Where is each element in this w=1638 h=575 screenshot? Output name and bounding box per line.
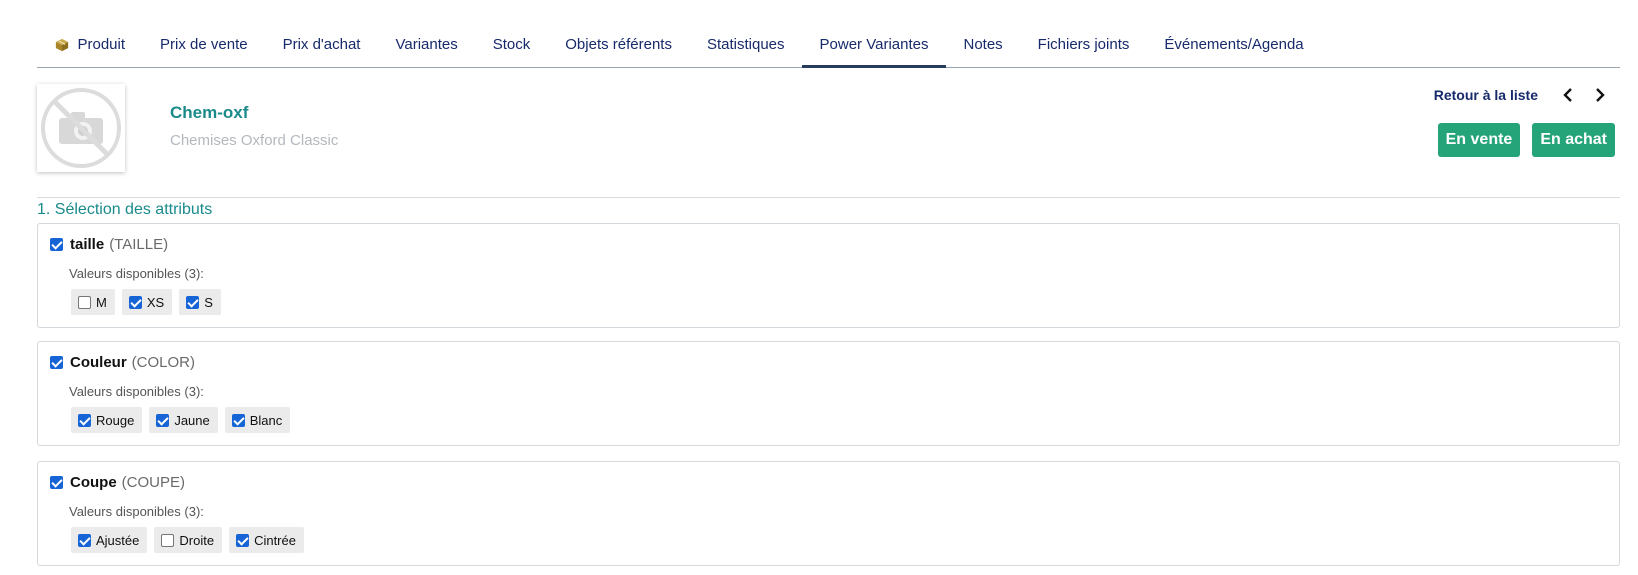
tab-stock[interactable]: Stock [475, 22, 548, 67]
back-to-list-link[interactable]: Retour à la liste [1434, 87, 1538, 103]
tab-label: Statistiques [706, 36, 785, 53]
tab-fichiers-joints[interactable]: Fichiers joints [1020, 22, 1147, 67]
available-values-label: Valeurs disponibles (3): [69, 504, 204, 519]
attribute-box-couleur: Couleur (COLOR) Valeurs disponibles (3):… [37, 341, 1620, 446]
section-title: 1. Sélection des attributs [37, 201, 213, 218]
value-chip[interactable]: Rouge [71, 407, 143, 433]
tab-label: Prix d'achat [282, 36, 361, 53]
value-checkbox[interactable] [78, 533, 91, 547]
value-label: Droite [179, 532, 215, 548]
tab-bar: Produit Prix de vente Prix d'achat Varia… [37, 22, 1620, 68]
attribute-checkbox[interactable] [50, 238, 63, 251]
value-chip[interactable]: S [179, 289, 221, 315]
value-label: Jaune [174, 412, 210, 428]
tab-objets-referents[interactable]: Objets référents [548, 22, 690, 67]
attribute-header: taille (TAILLE) [50, 236, 168, 253]
chevron-right-icon[interactable] [1588, 84, 1612, 106]
divider [37, 197, 1620, 198]
value-chip[interactable]: Jaune [149, 407, 218, 433]
tab-variantes[interactable]: Variantes [378, 22, 475, 67]
value-checkbox[interactable] [78, 413, 91, 427]
tab-label: Événements/Agenda [1164, 36, 1304, 53]
status-sell-badge[interactable]: En vente [1437, 123, 1521, 157]
value-label: Cintrée [254, 532, 296, 548]
value-label: Blanc [249, 412, 283, 428]
attribute-header: Coupe (COUPE) [50, 474, 185, 491]
attribute-box-taille: taille (TAILLE) Valeurs disponibles (3):… [37, 223, 1620, 328]
value-chip[interactable]: Blanc [224, 407, 291, 433]
value-label: XS [146, 294, 165, 310]
record-navigation: Retour à la liste [1434, 84, 1612, 106]
value-chip[interactable]: XS [121, 289, 173, 315]
attribute-code: (TAILLE) [109, 236, 169, 253]
value-list: M XS S [71, 289, 228, 315]
attribute-code: (COLOR) [131, 354, 196, 371]
attribute-name: Coupe [70, 474, 117, 491]
value-checkbox[interactable] [156, 413, 170, 427]
tab-label: Prix de vente [160, 36, 248, 53]
attribute-checkbox[interactable] [50, 476, 63, 489]
tab-prix-d-achat[interactable]: Prix d'achat [265, 22, 378, 67]
value-checkbox[interactable] [128, 295, 142, 309]
value-checkbox[interactable] [186, 295, 200, 309]
product-cube-icon [55, 38, 68, 51]
tab-label: Objets référents [565, 36, 672, 53]
status-badges: En vente En achat [1426, 123, 1615, 157]
tab-produit[interactable]: Produit [37, 22, 143, 67]
value-checkbox[interactable] [161, 533, 175, 547]
value-checkbox[interactable] [78, 295, 91, 309]
tab-notes[interactable]: Notes [946, 22, 1020, 67]
tab-label: Variantes [395, 36, 458, 53]
attribute-code: (COUPE) [121, 474, 186, 491]
value-list: Rouge Jaune Blanc [71, 407, 297, 433]
tab-statistiques[interactable]: Statistiques [689, 22, 802, 67]
tab-label: Notes [963, 36, 1003, 53]
attribute-box-coupe: Coupe (COUPE) Valeurs disponibles (3): A… [37, 461, 1620, 566]
attribute-name: taille [70, 236, 105, 253]
value-list: Ajustée Droite Cintrée [71, 527, 311, 553]
tab-label: Fichiers joints [1037, 36, 1130, 53]
value-chip[interactable]: Droite [154, 527, 223, 553]
value-chip[interactable]: Ajustée [71, 527, 148, 553]
product-photo[interactable] [37, 84, 125, 172]
no-photo-icon [41, 88, 121, 168]
chevron-left-icon[interactable] [1556, 84, 1580, 106]
value-label: M [96, 294, 107, 310]
tab-label: Produit [77, 36, 126, 53]
status-buy-badge[interactable]: En achat [1532, 123, 1615, 157]
value-label: Ajustée [96, 532, 140, 548]
attribute-header: Couleur (COLOR) [50, 354, 195, 371]
value-label: Rouge [96, 412, 135, 428]
available-values-label: Valeurs disponibles (3): [69, 384, 204, 399]
value-checkbox[interactable] [231, 413, 245, 427]
product-ref: Chem-oxf [170, 103, 249, 122]
tab-evenements-agenda[interactable]: Événements/Agenda [1147, 22, 1321, 67]
value-label: S [204, 294, 213, 310]
tab-label: Stock [492, 36, 531, 53]
value-chip[interactable]: Cintrée [229, 527, 304, 553]
value-chip[interactable]: M [71, 289, 115, 315]
attribute-checkbox[interactable] [50, 356, 63, 369]
tab-prix-de-vente[interactable]: Prix de vente [143, 22, 266, 67]
available-values-label: Valeurs disponibles (3): [69, 266, 204, 281]
product-label: Chemises Oxford Classic [170, 132, 339, 149]
tab-label: Power Variantes [819, 36, 929, 53]
tab-power-variantes[interactable]: Power Variantes [802, 22, 946, 68]
value-checkbox[interactable] [236, 533, 250, 547]
attribute-name: Couleur [70, 354, 127, 371]
